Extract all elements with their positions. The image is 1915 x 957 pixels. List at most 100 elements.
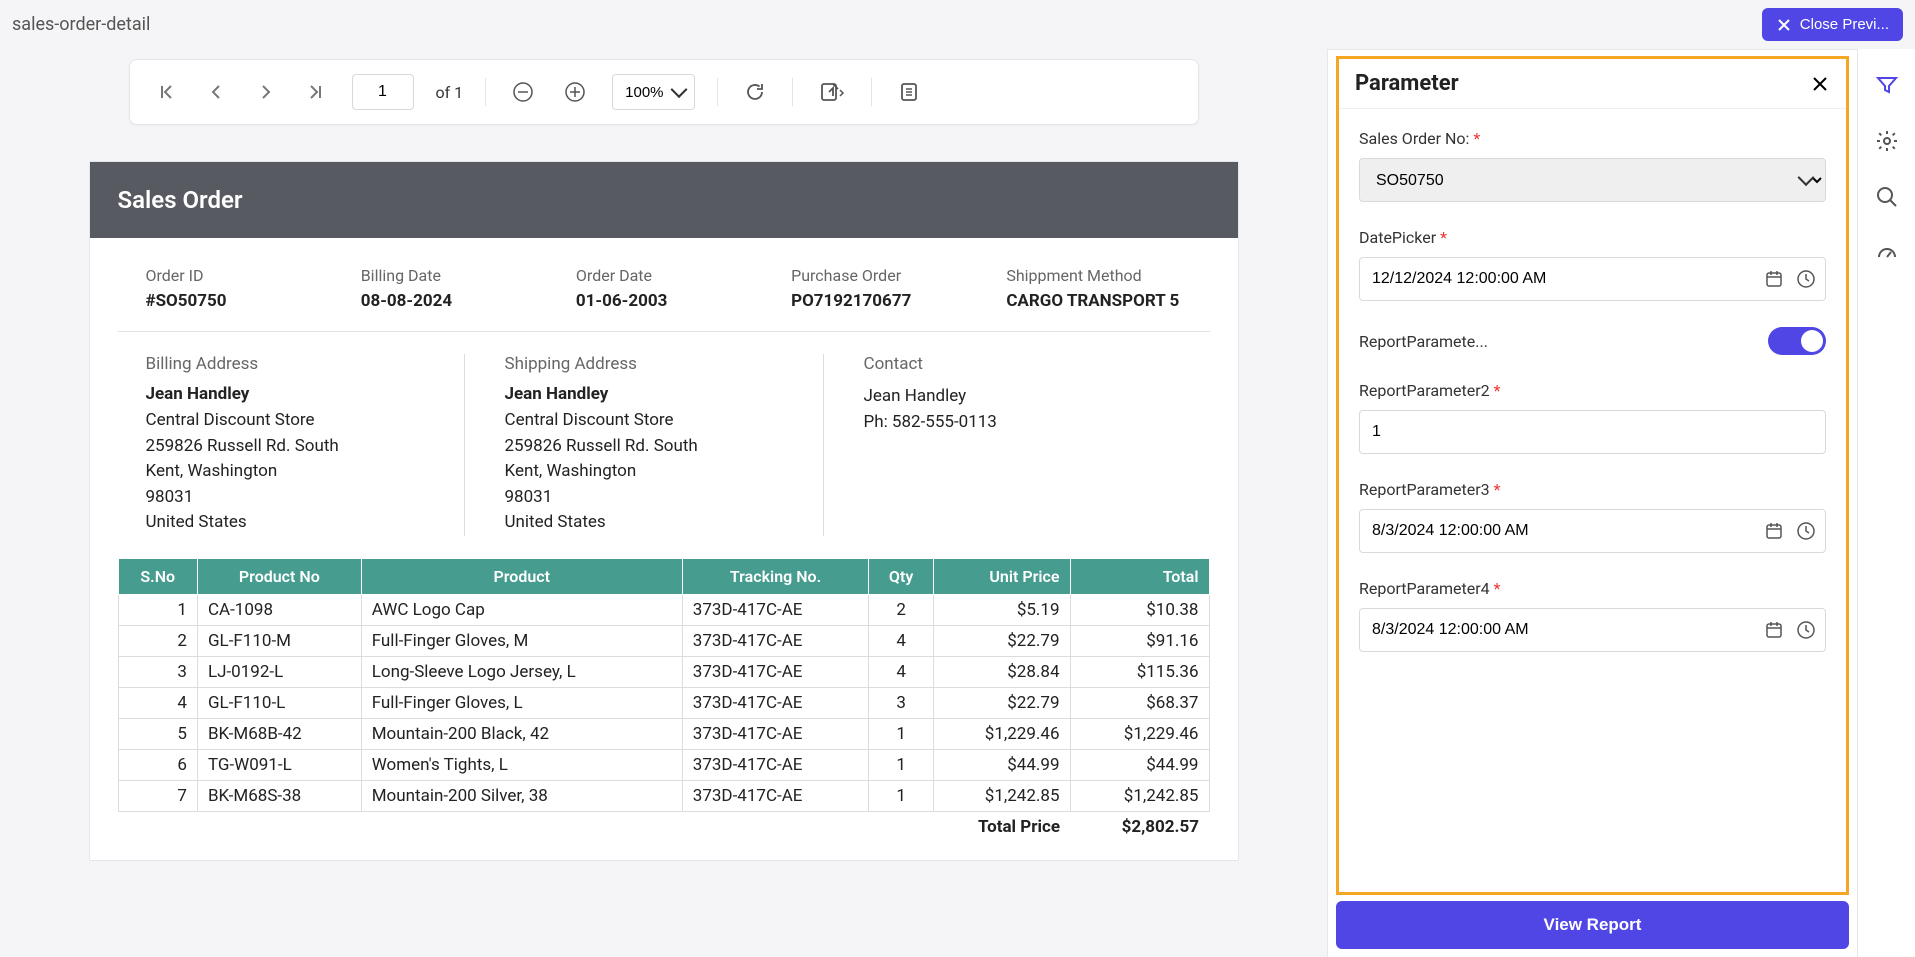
calendar-icon[interactable] [1764,620,1784,640]
shipping-title: Shipping Address [505,354,783,374]
export-button[interactable] [815,77,849,107]
zoom-in-button[interactable] [560,77,590,107]
order-date: 01-06-2003 [576,291,751,311]
table-row: 2 GL-F110-M Full-Finger Gloves, M 373D-4… [118,625,1209,656]
cell-pno: LJ-0192-L [197,656,361,687]
gauge-icon [1875,241,1899,265]
rp1-label: ReportParamete... [1359,332,1488,351]
dp-input[interactable] [1359,257,1826,301]
settings-rail-button[interactable] [1875,129,1899,153]
rp4-input[interactable] [1359,608,1826,652]
page-input[interactable] [352,74,414,110]
table-row: 3 LJ-0192-L Long-Sleeve Logo Jersey, L 3… [118,656,1209,687]
th-track: Tracking No. [682,558,868,594]
so-select[interactable]: SO50750 [1359,158,1826,202]
prev-page-button[interactable] [202,78,230,106]
table-row: 1 CA-1098 AWC Logo Cap 373D-417C-AE 2 $5… [118,594,1209,625]
order-id: #SO50750 [146,291,321,311]
cell-total: $44.99 [1070,749,1209,780]
cell-qty: 4 [869,625,934,656]
search-icon [1875,185,1899,209]
cell-sno: 7 [118,780,197,811]
page-title: sales-order-detail [12,14,150,35]
cell-unit: $5.19 [933,594,1070,625]
search-rail-button[interactable] [1875,185,1899,209]
refresh-button[interactable] [740,77,770,107]
calendar-icon[interactable] [1764,521,1784,541]
billing-date: 08-08-2024 [361,291,536,311]
cell-pno: GL-F110-M [197,625,361,656]
first-page-button[interactable] [152,78,180,106]
th-pno: Product No [197,558,361,594]
order-date-label: Order Date [576,266,751,285]
rp3-input[interactable] [1359,509,1826,553]
th-total: Total [1070,558,1209,594]
clock-icon[interactable] [1796,620,1816,640]
table-row: 4 GL-F110-L Full-Finger Gloves, L 373D-4… [118,687,1209,718]
cell-qty: 4 [869,656,934,687]
page-of-label: of 1 [436,83,464,102]
performance-rail-button[interactable] [1875,241,1899,265]
rp2-input[interactable] [1359,410,1826,454]
table-row: 7 BK-M68S-38 Mountain-200 Silver, 38 373… [118,780,1209,811]
contact-name: Jean Handley [864,384,1142,410]
cell-pno: CA-1098 [197,594,361,625]
titlebar: sales-order-detail Close Previ... [0,0,1915,49]
cell-qty: 1 [869,749,934,780]
cell-unit: $28.84 [933,656,1070,687]
total-price-label: Total Price [118,811,1070,842]
filter-icon [1875,73,1899,97]
th-unit: Unit Price [933,558,1070,594]
gear-icon [1875,129,1899,153]
shipping-l1: Central Discount Store [505,408,783,434]
cell-prod: Mountain-200 Silver, 38 [361,780,682,811]
cell-total: $68.37 [1070,687,1209,718]
billing-l3: Kent, Washington [146,459,424,485]
cell-total: $91.16 [1070,625,1209,656]
ship-method: CARGO TRANSPORT 5 [1006,291,1181,311]
filter-rail-button[interactable] [1875,73,1899,97]
cell-total: $1,229.46 [1070,718,1209,749]
first-page-icon [156,82,176,102]
billing-title: Billing Address [146,354,424,374]
rp4-label: ReportParameter4 * [1359,579,1826,598]
th-qty: Qty [869,558,934,594]
cell-unit: $22.79 [933,625,1070,656]
contact-phone: Ph: 582-555-0113 [864,410,1142,436]
next-page-button[interactable] [252,78,280,106]
cell-track: 373D-417C-AE [682,656,868,687]
billing-l5: United States [146,510,424,536]
clock-icon[interactable] [1796,269,1816,289]
cell-pno: BK-M68S-38 [197,780,361,811]
total-price: $2,802.57 [1070,811,1209,842]
parameter-close-button[interactable] [1810,74,1830,94]
view-report-button[interactable]: View Report [1336,901,1849,949]
cell-track: 373D-417C-AE [682,625,868,656]
ship-method-label: Shippment Method [1006,266,1181,285]
last-page-button[interactable] [302,78,330,106]
cell-total: $1,242.85 [1070,780,1209,811]
page-layout-button[interactable] [894,77,924,107]
contact-title: Contact [864,354,1142,374]
address-row: Billing Address Jean Handley Central Dis… [118,332,1210,558]
zoom-out-button[interactable] [508,77,538,107]
shipping-l3: Kent, Washington [505,459,783,485]
cell-track: 373D-417C-AE [682,594,868,625]
cell-track: 373D-417C-AE [682,687,868,718]
rp2-label: ReportParameter2 * [1359,381,1826,400]
close-preview-button[interactable]: Close Previ... [1762,8,1903,41]
cell-sno: 1 [118,594,197,625]
shipping-l4: 98031 [505,485,783,511]
report-toolbar: of 1 100% [129,59,1199,125]
cell-track: 373D-417C-AE [682,749,868,780]
zoom-select[interactable]: 100% [612,74,695,110]
cell-prod: AWC Logo Cap [361,594,682,625]
clock-icon[interactable] [1796,521,1816,541]
cell-qty: 1 [869,718,934,749]
cell-unit: $1,242.85 [933,780,1070,811]
last-page-icon [306,82,326,102]
cell-qty: 1 [869,780,934,811]
calendar-icon[interactable] [1764,269,1784,289]
table-row: 5 BK-M68B-42 Mountain-200 Black, 42 373D… [118,718,1209,749]
rp1-toggle[interactable] [1768,327,1826,355]
